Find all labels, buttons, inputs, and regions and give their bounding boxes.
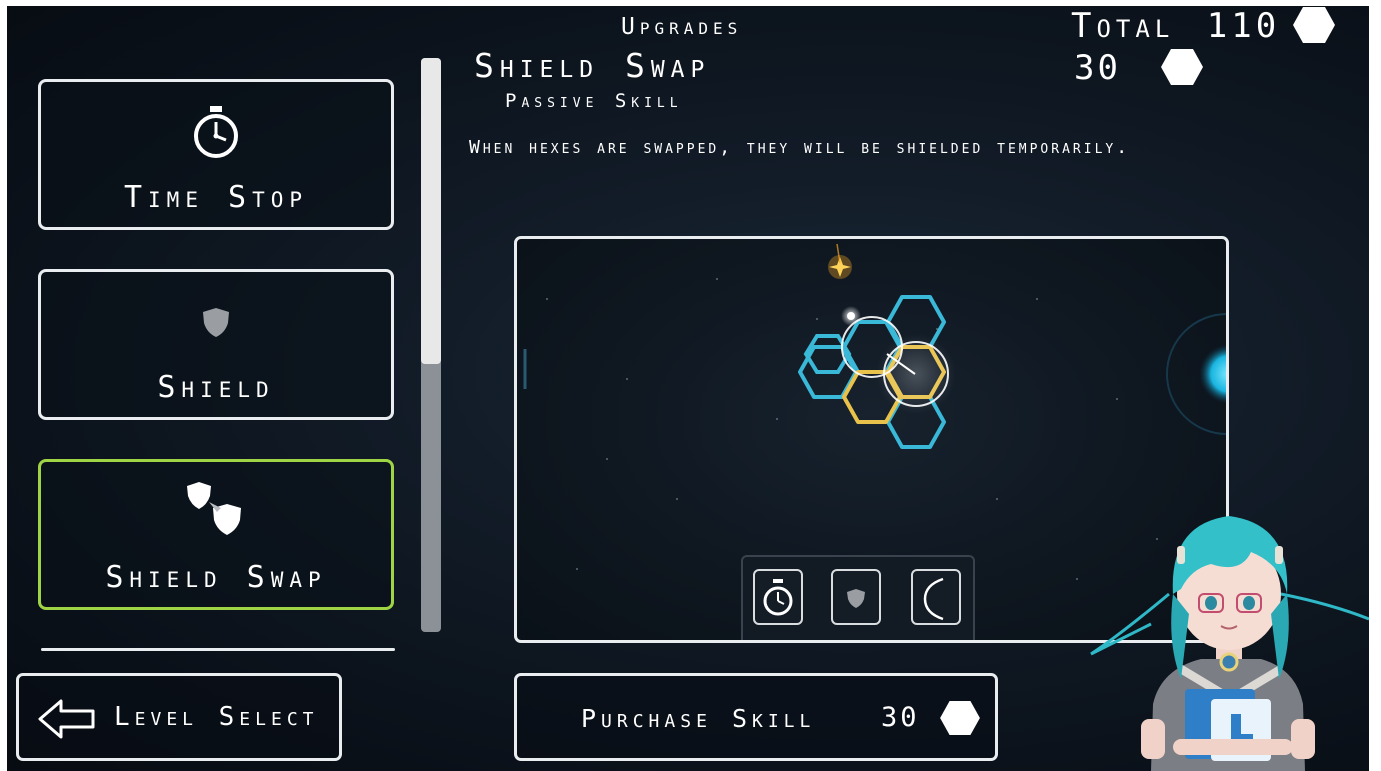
cost-hex-icon — [940, 700, 980, 736]
skill-card-shield-swap[interactable]: Shield Swap — [38, 459, 394, 610]
level-select-label: Level Select — [114, 702, 319, 732]
skill-card-shield[interactable]: Shield — [38, 269, 394, 420]
skill-description: When hexes are swapped, they will be shi… — [469, 137, 1131, 158]
total-currency: Total 110 — [1071, 6, 1280, 46]
ability-slot-crescent[interactable] — [911, 569, 961, 625]
level-select-button[interactable]: Level Select — [16, 673, 342, 761]
ability-slot-shield[interactable] — [831, 569, 881, 625]
stopwatch-icon — [194, 106, 238, 158]
shield-swap-icon — [187, 482, 241, 535]
skill-card-time-stop[interactable]: Time Stop — [38, 79, 394, 230]
next-card-edge — [41, 648, 395, 651]
purchase-label: Purchase Skill — [581, 704, 816, 733]
back-arrow-icon — [38, 699, 95, 739]
total-label: Total — [1071, 6, 1175, 46]
guide-character — [1090, 516, 1369, 771]
shield-icon — [203, 308, 229, 337]
total-value: 110 — [1206, 6, 1281, 46]
skill-card-label: Time Stop — [123, 180, 309, 215]
cost-hex-icon — [1161, 49, 1203, 85]
stopwatch-icon — [763, 579, 793, 616]
ability-slot-stopwatch[interactable] — [753, 569, 803, 625]
skill-card-label: Shield — [157, 370, 275, 405]
currency-hex-icon — [1293, 7, 1335, 43]
purchase-skill-button[interactable]: Purchase Skill 30 — [514, 673, 998, 761]
skill-name: Shield Swap — [474, 46, 711, 85]
skill-type: Passive Skill — [505, 90, 683, 112]
skill-card-label: Shield Swap — [105, 560, 327, 595]
page-title: Upgrades — [621, 14, 743, 40]
purchase-cost: 30 — [881, 702, 920, 733]
game-screen: Upgrades Total 110 30 Shield Swap Passiv… — [7, 6, 1369, 771]
crescent-icon — [923, 577, 944, 621]
skill-cost: 30 — [1074, 48, 1121, 88]
scrollbar-thumb[interactable] — [421, 58, 441, 364]
ability-bar — [741, 555, 975, 640]
shield-icon — [847, 589, 865, 608]
